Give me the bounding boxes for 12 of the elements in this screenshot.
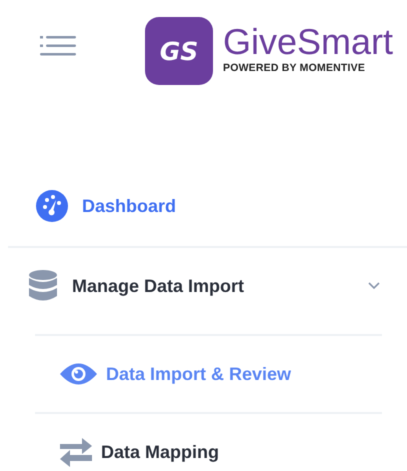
brand-name: GiveSmart (223, 22, 394, 62)
menu-icon[interactable] (40, 35, 76, 57)
nav-item[interactable]: Dashboard (82, 196, 380, 216)
nav-subitem[interactable]: Data Mapping (101, 442, 220, 462)
logo-monogram: GS (145, 17, 213, 85)
dashboard-gauge-icon (36, 190, 68, 222)
brand-tagline: POWERED BY MOMENTIVE (223, 62, 366, 74)
eye-icon (60, 361, 97, 387)
nav-item[interactable]: Manage Data Import (72, 276, 368, 296)
swap-arrows-icon (60, 437, 92, 467)
database-icon (28, 270, 58, 302)
chevron-icon[interactable] (368, 282, 380, 290)
